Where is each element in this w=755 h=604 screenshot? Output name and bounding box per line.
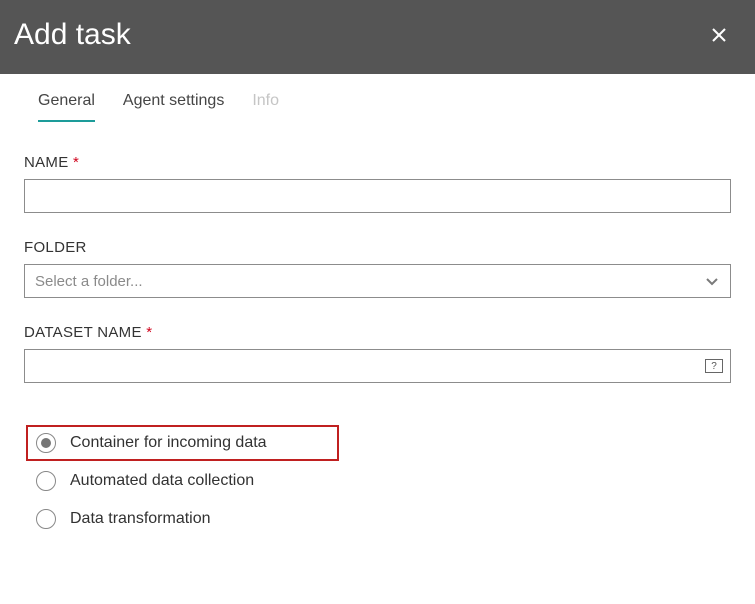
radio-icon [36, 433, 56, 453]
tab-agent-settings[interactable]: Agent settings [123, 92, 224, 122]
field-name: NAME * [24, 154, 731, 213]
chevron-down-icon [704, 273, 720, 289]
folder-placeholder: Select a folder... [35, 273, 143, 290]
dialog-header: Add task [0, 0, 755, 74]
close-button[interactable] [707, 23, 731, 47]
radio-label: Data transformation [70, 510, 211, 528]
help-text: ? [711, 361, 717, 372]
folder-select[interactable]: Select a folder... [24, 264, 731, 298]
tab-general[interactable]: General [38, 92, 95, 122]
required-marker: * [146, 324, 152, 341]
name-input[interactable] [24, 179, 731, 213]
tabs: General Agent settings Info [0, 74, 755, 122]
required-marker: * [73, 154, 79, 171]
radio-option-container-incoming[interactable]: Container for incoming data [26, 425, 339, 461]
radio-label: Automated data collection [70, 472, 254, 490]
dataset-name-input[interactable] [24, 349, 731, 383]
radio-option-data-transformation[interactable]: Data transformation [26, 501, 339, 537]
task-type-radio-group: Container for incoming data Automated da… [24, 409, 339, 537]
radio-icon [36, 509, 56, 529]
radio-label: Container for incoming data [70, 434, 267, 452]
radio-dot-icon [41, 438, 51, 448]
dialog-title: Add task [14, 18, 131, 52]
form-area: NAME * FOLDER Select a folder... DATASET… [0, 122, 755, 537]
field-label-folder: FOLDER [24, 239, 731, 256]
label-text: NAME [24, 154, 69, 171]
close-icon [711, 27, 727, 43]
label-text: FOLDER [24, 239, 87, 256]
field-label-name: NAME * [24, 154, 731, 171]
field-label-dataset-name: DATASET NAME * [24, 324, 731, 341]
label-text: DATASET NAME [24, 324, 142, 341]
radio-option-automated-collection[interactable]: Automated data collection [26, 463, 339, 499]
radio-icon [36, 471, 56, 491]
field-dataset-name: DATASET NAME * ? [24, 324, 731, 383]
field-folder: FOLDER Select a folder... [24, 239, 731, 298]
tab-info: Info [252, 92, 279, 122]
help-icon[interactable]: ? [705, 359, 723, 373]
